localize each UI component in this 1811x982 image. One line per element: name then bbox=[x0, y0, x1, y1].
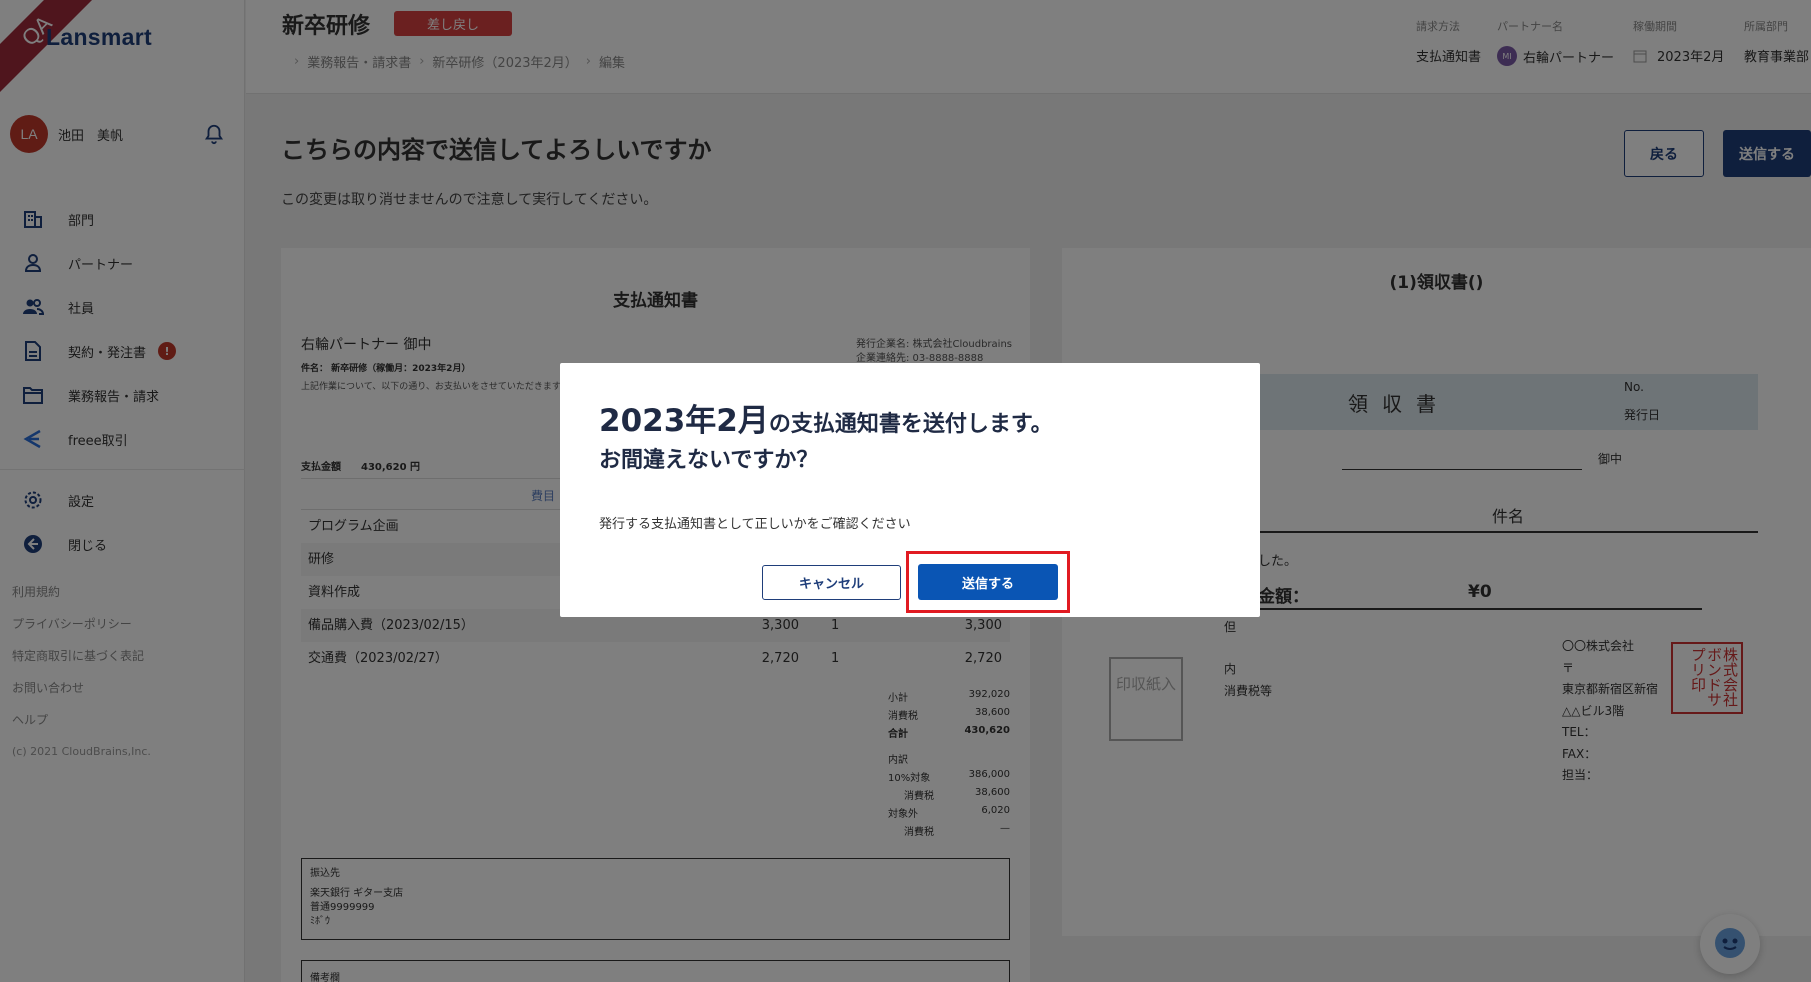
dialog-title-rest: の支払通知書を送付します。 bbox=[768, 412, 1053, 437]
dialog-body: 発行する支払通知書として正しいかをご確認ください bbox=[599, 517, 911, 532]
confirm-dialog: 2023年2月の支払通知書を送付します。 お間違えないですか？ 発行する支払通知… bbox=[560, 363, 1260, 617]
dialog-title-year: 2023年2月 bbox=[599, 403, 769, 439]
send-button[interactable]: 送信する bbox=[918, 564, 1058, 600]
cancel-button[interactable]: キャンセル bbox=[762, 565, 901, 600]
dialog-title-line2: お間違えないですか？ bbox=[599, 448, 819, 473]
dialog-title: 2023年2月の支払通知書を送付します。 お間違えないですか？ bbox=[599, 403, 1053, 479]
